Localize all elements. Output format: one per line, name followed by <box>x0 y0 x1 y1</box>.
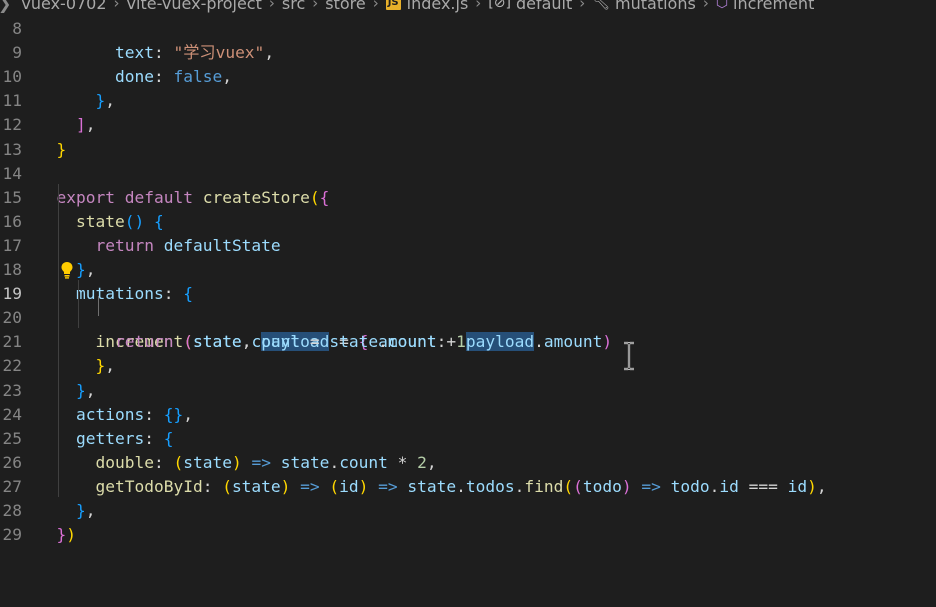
line-content: }) <box>56 525 77 545</box>
code-line[interactable]: 15 state() { <box>0 162 936 231</box>
code-line[interactable]: 20 return (state.count = state.count + p… <box>0 282 936 352</box>
code-editor[interactable]: 8 text: "学习vuex", 9 done: false, 10 }, 1… <box>0 17 936 544</box>
code-line[interactable]: 12 } <box>0 89 936 158</box>
code-line-active[interactable]: 19 increment(state, payload = { amount: … <box>0 258 936 352</box>
code-line[interactable]: 8 text: "学习vuex", <box>0 0 936 62</box>
code-line[interactable]: 16 return defaultState <box>0 186 936 255</box>
code-line[interactable]: 26 getTodoById: (state) => (id) => state… <box>0 427 936 496</box>
code-line[interactable]: 28 }) <box>0 475 936 544</box>
code-line[interactable]: 10 }, <box>0 41 936 110</box>
indent-guide <box>98 296 99 316</box>
code-line[interactable]: 14 export default createStore({ <box>0 138 936 207</box>
code-line[interactable]: 9 done: false, <box>0 17 936 86</box>
code-line[interactable]: 17 }, <box>0 210 936 279</box>
code-line[interactable]: 27 }, <box>0 451 936 520</box>
code-line[interactable]: 21 }, <box>0 306 936 375</box>
code-line[interactable]: 22 }, <box>0 330 936 399</box>
lightbulb-icon[interactable] <box>60 261 74 279</box>
text-cursor-icon <box>624 341 634 371</box>
code-line[interactable]: 24 getters: { <box>0 379 936 448</box>
code-line[interactable]: 11 ], <box>0 65 936 134</box>
code-line[interactable]: 23 actions: {}, <box>0 354 936 424</box>
code-line[interactable]: 29 <box>0 499 936 544</box>
line-number: 29 <box>2 525 23 545</box>
indent-guide <box>78 280 79 328</box>
indent-guide <box>58 184 59 497</box>
code-line[interactable]: 18 mutations: { <box>0 234 936 303</box>
code-line[interactable]: 25 double: (state) => state.count * 2, <box>0 403 936 472</box>
code-line[interactable]: 13 <box>0 113 936 159</box>
